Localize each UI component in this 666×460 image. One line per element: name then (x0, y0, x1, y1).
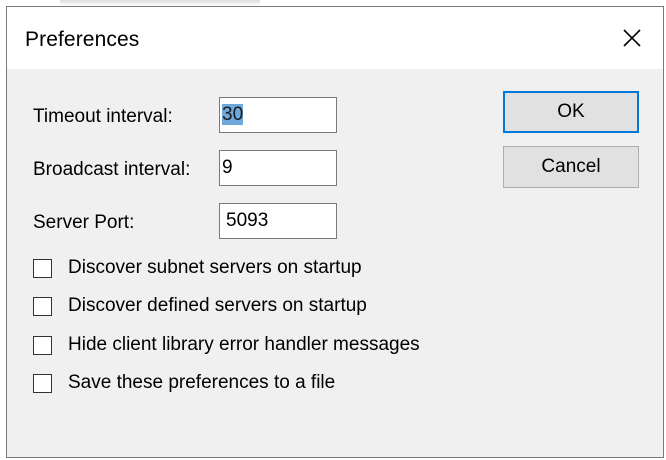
discover-defined-option[interactable]: Discover defined servers on startup (33, 293, 367, 319)
close-icon (623, 29, 641, 47)
preferences-dialog: Preferences Timeout interval: 30 Broadca… (6, 6, 664, 458)
timeout-interval-label: Timeout interval: (33, 106, 173, 127)
title-bar: Preferences (7, 7, 663, 69)
hide-error-messages-checkbox[interactable] (33, 335, 52, 355)
discover-subnet-label: Discover subnet servers on startup (68, 257, 362, 278)
server-port-label: Server Port: (33, 212, 135, 233)
discover-defined-checkbox[interactable] (33, 296, 52, 316)
save-preferences-checkbox[interactable] (33, 373, 52, 393)
server-port-value: 5093 (226, 210, 269, 231)
broadcast-interval-label: Broadcast interval: (33, 159, 191, 180)
save-preferences-label: Save these preferences to a file (68, 372, 336, 393)
dialog-title: Preferences (25, 28, 140, 51)
server-port-field[interactable]: 5093 (219, 203, 337, 239)
save-preferences-option[interactable]: Save these preferences to a file (33, 370, 335, 396)
discover-subnet-checkbox[interactable] (33, 258, 52, 278)
timeout-interval-field[interactable]: 30 (219, 97, 337, 133)
hide-error-messages-label: Hide client library error handler messag… (68, 334, 420, 355)
hide-error-messages-option[interactable]: Hide client library error handler messag… (33, 332, 420, 358)
discover-subnet-option[interactable]: Discover subnet servers on startup (33, 255, 362, 281)
close-button[interactable] (601, 7, 663, 69)
ok-button[interactable]: OK (503, 91, 639, 133)
discover-defined-label: Discover defined servers on startup (68, 295, 367, 316)
timeout-interval-value: 30 (222, 104, 244, 125)
broadcast-interval-value: 9 (222, 157, 233, 178)
broadcast-interval-field[interactable]: 9 (219, 150, 337, 186)
cancel-button[interactable]: Cancel (503, 146, 639, 188)
